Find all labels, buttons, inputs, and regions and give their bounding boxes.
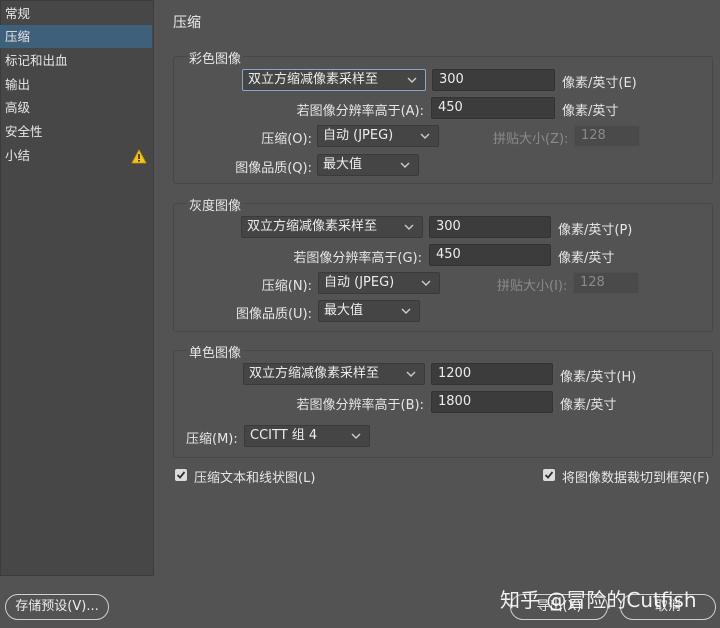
color-above-label: 若图像分辨率高于(A): bbox=[296, 104, 424, 119]
checkmark-icon bbox=[544, 471, 554, 479]
sidebar-item-label: 安全性 bbox=[5, 124, 43, 139]
sidebar-item-general[interactable]: 常规 bbox=[0, 2, 152, 25]
page-title: 压缩 bbox=[173, 15, 201, 31]
gray-downsample-select[interactable]: 双立方缩减像素采样至 bbox=[241, 216, 423, 238]
gray-compression-label: 压缩(N): bbox=[261, 279, 312, 294]
chevron-down-icon bbox=[421, 280, 431, 286]
gray-tile-input: 128 bbox=[573, 272, 639, 294]
sidebar-item-marks-bleeds[interactable]: 标记和出血 bbox=[0, 49, 152, 72]
compress-text-label: 压缩文本和线状图(L) bbox=[194, 471, 316, 486]
color-downsample-select[interactable]: 双立方缩减像素采样至 bbox=[242, 69, 426, 91]
sidebar: 常规 压缩 标记和出血 输出 高级 安全性 小结 bbox=[0, 0, 154, 576]
mono-downsample-select[interactable]: 双立方缩减像素采样至 bbox=[243, 363, 425, 385]
select-value: CCITT 组 4 bbox=[250, 428, 318, 443]
crop-image-checkbox[interactable] bbox=[543, 469, 555, 481]
mono-above-input[interactable]: 1800 bbox=[431, 391, 553, 413]
mono-ppi-input[interactable]: 1200 bbox=[431, 363, 553, 385]
crop-image-label: 将图像数据裁切到框架(F) bbox=[562, 471, 710, 486]
sidebar-item-label: 输出 bbox=[5, 77, 31, 92]
gray-images-legend: 灰度图像 bbox=[187, 195, 244, 214]
sidebar-item-label: 常规 bbox=[5, 6, 31, 21]
sidebar-item-summary[interactable]: 小结 bbox=[0, 144, 152, 167]
sidebar-item-compression[interactable]: 压缩 bbox=[0, 25, 152, 48]
watermark-text: 知乎 @冒险的Cutfish bbox=[500, 588, 697, 612]
save-preset-button[interactable]: 存储预设(V)... bbox=[5, 594, 109, 620]
gray-ppi-input[interactable]: 300 bbox=[429, 216, 551, 238]
chevron-down-icon bbox=[407, 77, 417, 83]
select-value: 双立方缩减像素采样至 bbox=[249, 366, 380, 381]
color-tile-input: 128 bbox=[574, 125, 640, 147]
sidebar-item-label: 标记和出血 bbox=[5, 53, 68, 68]
sidebar-item-label: 小结 bbox=[5, 148, 31, 163]
color-tile-label: 拼贴大小(Z): bbox=[493, 132, 569, 147]
mono-images-legend: 单色图像 bbox=[187, 342, 244, 361]
chevron-down-icon bbox=[401, 308, 411, 314]
mono-above-unit: 像素/英寸 bbox=[560, 398, 617, 413]
gray-ppi-unit: 像素/英寸(P) bbox=[558, 223, 633, 238]
chevron-down-icon bbox=[404, 224, 414, 230]
color-ppi-input[interactable]: 300 bbox=[432, 69, 555, 91]
mono-ppi-unit: 像素/英寸(H) bbox=[560, 370, 637, 385]
chevron-down-icon bbox=[351, 433, 361, 439]
warning-icon bbox=[131, 148, 147, 164]
mono-compression-label: 压缩(M): bbox=[186, 432, 238, 447]
mono-compression-select[interactable]: CCITT 组 4 bbox=[244, 425, 370, 447]
gray-quality-select[interactable]: 最大值 bbox=[318, 300, 420, 322]
gray-above-input[interactable]: 450 bbox=[429, 244, 551, 266]
chevron-down-icon bbox=[406, 371, 416, 377]
color-above-unit: 像素/英寸 bbox=[562, 104, 619, 119]
gray-above-unit: 像素/英寸 bbox=[558, 251, 615, 266]
select-value: 最大值 bbox=[323, 157, 363, 172]
color-above-input[interactable]: 450 bbox=[431, 97, 555, 119]
chevron-down-icon bbox=[420, 133, 430, 139]
sidebar-item-advanced[interactable]: 高级 bbox=[0, 96, 152, 119]
color-images-legend: 彩色图像 bbox=[187, 48, 244, 67]
select-value: 双立方缩减像素采样至 bbox=[248, 72, 379, 87]
select-value: 双立方缩减像素采样至 bbox=[247, 219, 378, 234]
color-compression-label: 压缩(O): bbox=[261, 132, 312, 147]
gray-tile-label: 拼贴大小(I): bbox=[497, 279, 568, 294]
sidebar-item-label: 压缩 bbox=[5, 29, 31, 44]
chevron-down-icon bbox=[400, 162, 410, 168]
sidebar-item-output[interactable]: 输出 bbox=[0, 73, 152, 96]
gray-compression-select[interactable]: 自动 (JPEG) bbox=[318, 272, 440, 294]
color-compression-select[interactable]: 自动 (JPEG) bbox=[317, 125, 439, 147]
select-value: 最大值 bbox=[324, 303, 364, 318]
select-value: 自动 (JPEG) bbox=[323, 128, 394, 143]
gray-above-label: 若图像分辨率高于(G): bbox=[293, 251, 422, 266]
checkmark-icon bbox=[176, 471, 186, 479]
color-quality-select[interactable]: 最大值 bbox=[317, 154, 419, 176]
compress-text-checkbox[interactable] bbox=[175, 469, 187, 481]
sidebar-item-security[interactable]: 安全性 bbox=[0, 120, 152, 143]
color-quality-label: 图像品质(Q): bbox=[235, 161, 312, 176]
select-value: 自动 (JPEG) bbox=[324, 275, 395, 290]
color-ppi-unit: 像素/英寸(E) bbox=[562, 76, 637, 91]
mono-above-label: 若图像分辨率高于(B): bbox=[296, 398, 424, 413]
sidebar-item-label: 高级 bbox=[5, 100, 31, 115]
gray-quality-label: 图像品质(U): bbox=[235, 307, 312, 322]
